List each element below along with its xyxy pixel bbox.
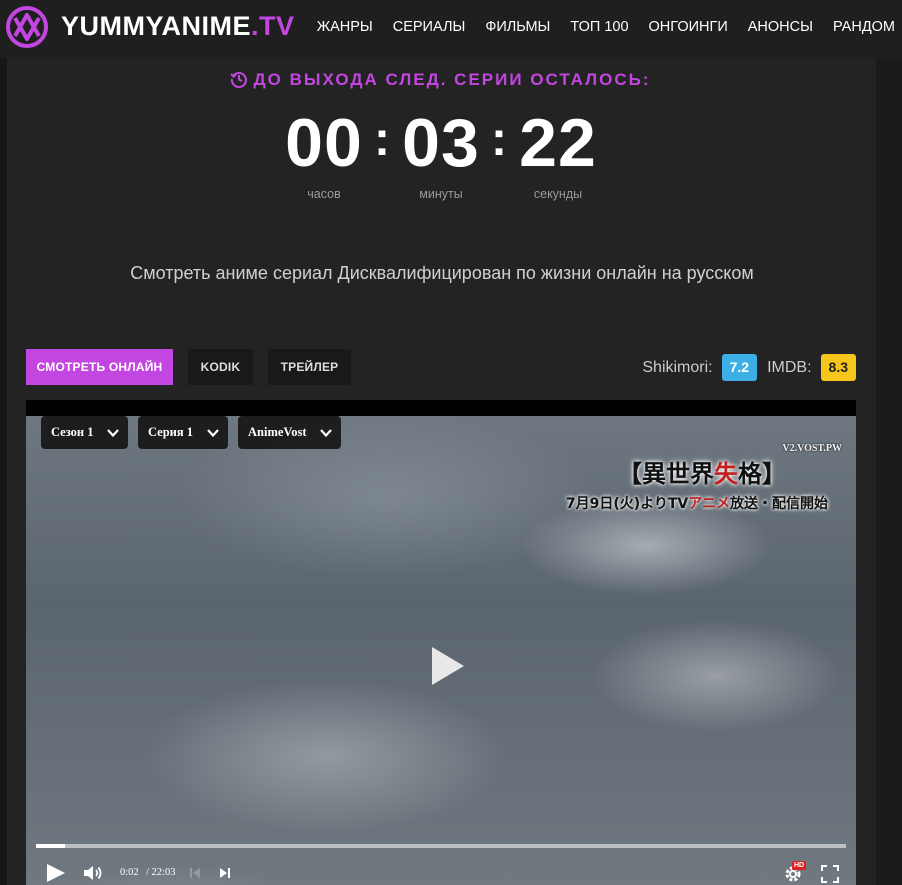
player-controls: 0:02 / 22:03 HD <box>26 859 856 885</box>
hours-value: 00 <box>285 105 363 181</box>
hd-badge: HD <box>792 861 807 870</box>
countdown-title: ДО ВЫХОДА СЛЕД. СЕРИИ ОСТАЛОСЬ: <box>0 70 880 90</box>
chevron-down-icon <box>320 429 332 438</box>
video-frame[interactable]: V2.VOST.PW 【異世界失格】 7月9日(火)よりTVアニメ放送・配信開始 <box>26 416 856 885</box>
seconds-value: 22 <box>519 105 597 181</box>
site-header: YUMMYANIME.TV ЖАНРЫ СЕРИАЛЫ ФИЛЬМЫ ТОП 1… <box>0 0 902 58</box>
shikimori-label: Shikimori: <box>642 358 713 376</box>
imdb-label: IMDB: <box>767 358 812 376</box>
nav-movies[interactable]: ФИЛЬМЫ <box>485 18 550 36</box>
progress-fill <box>36 844 66 848</box>
ratings: Shikimori: 7.2 IMDB: 8.3 <box>642 354 856 381</box>
progress-bar[interactable] <box>36 844 846 848</box>
episode-select[interactable]: Серия 1 <box>138 416 228 449</box>
tab-watch-online[interactable]: СМОТРЕТЬ ОНЛАЙН <box>26 349 173 385</box>
next-icon[interactable] <box>219 867 231 879</box>
play-icon[interactable] <box>430 645 466 687</box>
chevron-down-icon <box>107 429 119 438</box>
nav-top100[interactable]: ТОП 100 <box>570 18 628 36</box>
nav-series[interactable]: СЕРИАЛЫ <box>393 18 466 36</box>
voiceover-select[interactable]: AnimeVost <box>238 416 341 449</box>
logo-icon[interactable] <box>6 6 48 48</box>
fullscreen-icon[interactable] <box>821 865 839 883</box>
seconds-label: секунды <box>533 187 583 201</box>
timer-minutes: 03 минуты <box>391 104 491 202</box>
chevron-down-icon <box>207 429 219 438</box>
timer-seconds: 22 секунды <box>508 104 608 202</box>
shikimori-score: 7.2 <box>721 354 758 381</box>
brand-name[interactable]: YUMMYANIME.TV <box>61 10 295 42</box>
timer-colon: : <box>374 113 390 166</box>
timer-hours: 00 часов <box>274 104 374 202</box>
page-subtitle: Смотреть аниме сериал Дисквалифицирован … <box>130 263 754 283</box>
minutes-label: минуты <box>419 187 463 201</box>
nav-genres[interactable]: ЖАНРЫ <box>317 18 373 36</box>
watermark: V2.VOST.PW <box>782 443 842 454</box>
tab-trailer[interactable]: ТРЕЙЛЕР <box>268 349 351 385</box>
previous-icon[interactable] <box>189 867 201 879</box>
nav-ongoing[interactable]: ОНГОИНГИ <box>649 18 728 36</box>
imdb-score: 8.3 <box>820 354 856 381</box>
volume-icon[interactable] <box>83 864 103 882</box>
tab-kodik[interactable]: KODIK <box>188 349 253 385</box>
video-player[interactable]: V2.VOST.PW 【異世界失格】 7月9日(火)よりTVアニメ放送・配信開始… <box>26 400 856 885</box>
timer-colon: : <box>491 113 507 166</box>
countdown-timer: 00 часов : 03 минуты : 22 секунды <box>0 104 880 204</box>
play-icon[interactable] <box>45 863 67 883</box>
season-select[interactable]: Сезон 1 <box>41 416 128 449</box>
video-title-overlay: 【異世界失格】 <box>618 460 786 488</box>
minutes-value: 03 <box>402 105 480 181</box>
duration: / 22:03 <box>146 867 176 878</box>
current-time: 0:02 <box>120 867 139 878</box>
nav-announces[interactable]: АНОНСЫ <box>748 18 813 36</box>
video-subtitle-overlay: 7月9日(火)よりTVアニメ放送・配信開始 <box>565 496 828 512</box>
nav-random[interactable]: РАНДОМ <box>833 18 895 36</box>
history-icon <box>229 72 247 88</box>
hours-label: часов <box>307 187 341 201</box>
main-nav: ЖАНРЫ СЕРИАЛЫ ФИЛЬМЫ ТОП 100 ОНГОИНГИ АН… <box>307 18 902 36</box>
